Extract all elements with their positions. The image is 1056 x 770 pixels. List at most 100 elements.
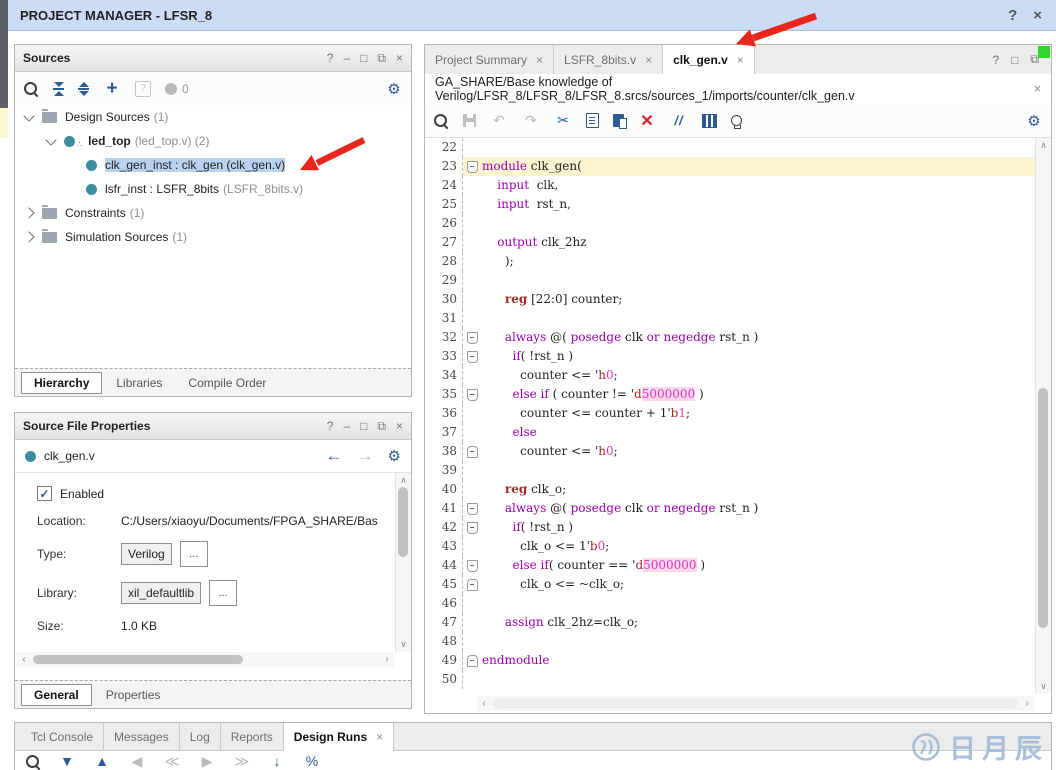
tree-item[interactable]: Design Sources (1) bbox=[15, 105, 411, 129]
tab-general[interactable]: General bbox=[21, 683, 92, 706]
fold-toggle-icon[interactable] bbox=[467, 578, 478, 591]
code-line[interactable]: 33 if( !rst_n ) bbox=[425, 347, 1036, 366]
editor-tab-project-summary[interactable]: Project Summary × bbox=[425, 45, 555, 74]
code-line[interactable]: 41 always @( posedge clk or negedge rst_… bbox=[425, 499, 1036, 518]
code-line[interactable]: 39 bbox=[425, 461, 1036, 480]
code-line[interactable]: 46 bbox=[425, 594, 1036, 613]
code-line[interactable]: 43 clk_o <= 1'b0; bbox=[425, 537, 1036, 556]
more-button[interactable]: ... bbox=[179, 541, 208, 567]
path-close-icon[interactable]: × bbox=[1034, 82, 1041, 96]
bottom-tab-reports[interactable]: Reports bbox=[221, 723, 284, 750]
fold-toggle-icon[interactable] bbox=[467, 331, 478, 344]
tab-close-icon[interactable]: × bbox=[737, 53, 744, 67]
run-icon[interactable]: ▶ bbox=[198, 753, 216, 769]
bottom-tab-design-runs[interactable]: Design Runs × bbox=[283, 723, 395, 751]
save-icon[interactable] bbox=[463, 114, 476, 127]
tab-close-icon[interactable]: × bbox=[645, 53, 652, 67]
fold-toggle-icon[interactable] bbox=[467, 445, 478, 458]
back-arrow-icon[interactable]: ← bbox=[326, 446, 343, 466]
code-line[interactable]: 25 input rst_n, bbox=[425, 195, 1036, 214]
cut-icon[interactable]: ✂ bbox=[554, 112, 572, 130]
editor-vertical-scrollbar[interactable]: ∧ ∨ bbox=[1035, 138, 1051, 694]
minimize-icon[interactable]: – bbox=[343, 419, 350, 433]
code-line[interactable]: 26 bbox=[425, 214, 1036, 233]
search-icon[interactable] bbox=[25, 754, 41, 770]
help-icon[interactable]: ? bbox=[327, 51, 334, 65]
tab-libraries[interactable]: Libraries bbox=[104, 373, 174, 393]
down-icon[interactable]: ↓ bbox=[268, 753, 286, 769]
fold-toggle-icon[interactable] bbox=[467, 388, 478, 401]
code-line[interactable]: 31 bbox=[425, 309, 1036, 328]
close-icon[interactable]: × bbox=[396, 51, 403, 65]
code-line[interactable]: 28 ); bbox=[425, 252, 1036, 271]
tab-close-icon[interactable]: × bbox=[536, 53, 543, 67]
enabled-checkbox[interactable]: ✓ bbox=[37, 486, 52, 501]
expand-all-icon[interactable] bbox=[78, 81, 89, 96]
code-area[interactable]: 22 23 module clk_gen(24 input clk, 25 input… bbox=[425, 138, 1036, 694]
tab-compile-order[interactable]: Compile Order bbox=[176, 373, 278, 393]
tree-item[interactable]: clk_gen_inst : clk_gen (clk_gen.v) bbox=[15, 153, 411, 177]
code-line[interactable]: 22 bbox=[425, 138, 1036, 157]
help-icon[interactable]: ? bbox=[1008, 7, 1017, 24]
bottom-tab-tcl-console[interactable]: Tcl Console bbox=[21, 723, 105, 750]
forward-icon[interactable]: ≫ bbox=[233, 753, 251, 769]
editor-horizontal-scrollbar[interactable]: ‹ › bbox=[477, 696, 1034, 711]
code-line[interactable]: 35 else if ( counter != 'd5000000 ) bbox=[425, 385, 1036, 404]
close-icon[interactable]: × bbox=[396, 419, 403, 433]
properties-settings-icon[interactable]: ⚙ bbox=[388, 447, 401, 465]
columns-icon[interactable] bbox=[702, 113, 717, 128]
step-back-icon[interactable]: ◀ bbox=[128, 753, 146, 769]
code-line[interactable]: 38 counter <= 'h0; bbox=[425, 442, 1036, 461]
code-line[interactable]: 45 clk_o <= ~clk_o; bbox=[425, 575, 1036, 594]
fold-toggle-icon[interactable] bbox=[467, 160, 478, 173]
code-line[interactable]: 36 counter <= counter + 1'b1; bbox=[425, 404, 1036, 423]
code-line[interactable]: 42 if( !rst_n ) bbox=[425, 518, 1036, 537]
collapse-icon[interactable]: ▲ bbox=[93, 753, 111, 769]
help-icon[interactable]: ? bbox=[992, 53, 999, 67]
tree-item[interactable]: ∴ led_top (led_top.v) (2) bbox=[15, 129, 411, 153]
close-icon[interactable]: × bbox=[1033, 7, 1042, 24]
code-line[interactable]: 34 counter <= 'h0; bbox=[425, 366, 1036, 385]
float-icon[interactable]: ⧉ bbox=[377, 51, 386, 66]
comment-icon[interactable]: // bbox=[670, 112, 688, 130]
editor-tab-clk-gen-v[interactable]: clk_gen.v × bbox=[663, 45, 755, 75]
fold-toggle-icon[interactable] bbox=[467, 521, 478, 534]
more-button[interactable]: ... bbox=[209, 580, 238, 606]
sources-panel-header[interactable]: Sources ? – □ ⧉ × bbox=[15, 45, 411, 72]
tree-expander-icon[interactable] bbox=[45, 133, 57, 146]
maximize-icon[interactable]: □ bbox=[1011, 53, 1018, 67]
minimize-icon[interactable]: – bbox=[343, 51, 350, 65]
code-line[interactable]: 30 reg [22:0] counter; bbox=[425, 290, 1036, 309]
code-line[interactable]: 27 output clk_2hz bbox=[425, 233, 1036, 252]
fold-toggle-icon[interactable] bbox=[467, 654, 478, 667]
tree-item[interactable]: lsfr_inst : LSFR_8bits (LSFR_8bits.v) bbox=[15, 177, 411, 201]
code-line[interactable]: 24 input clk, bbox=[425, 176, 1036, 195]
code-line[interactable]: 49 endmodule bbox=[425, 651, 1036, 670]
code-line[interactable]: 47 assign clk_2hz=clk_o; bbox=[425, 613, 1036, 632]
help-disabled-icon[interactable]: ? bbox=[135, 80, 151, 97]
code-line[interactable]: 48 bbox=[425, 632, 1036, 651]
code-line[interactable]: 44 else if( counter == 'd5000000 ) bbox=[425, 556, 1036, 575]
percent-icon[interactable]: % bbox=[303, 753, 321, 769]
tree-expander-icon[interactable] bbox=[23, 109, 35, 122]
status-badge[interactable]: 0 bbox=[165, 82, 189, 96]
tree-item[interactable]: Constraints (1) bbox=[15, 201, 411, 225]
rewind-icon[interactable]: ≪ bbox=[163, 753, 181, 769]
maximize-icon[interactable]: □ bbox=[360, 51, 367, 65]
filter-icon[interactable]: ▼ bbox=[58, 753, 76, 769]
help-icon[interactable]: ? bbox=[327, 419, 334, 433]
property-input[interactable]: Verilog bbox=[121, 543, 172, 565]
float-icon[interactable]: ⧉ bbox=[377, 419, 386, 434]
tab-hierarchy[interactable]: Hierarchy bbox=[21, 371, 103, 394]
tree-expander-icon[interactable] bbox=[23, 231, 35, 243]
settings-icon[interactable]: ⚙ bbox=[385, 80, 403, 98]
fold-toggle-icon[interactable] bbox=[467, 350, 478, 363]
properties-vertical-scrollbar[interactable]: ∧ ∨ bbox=[395, 473, 411, 652]
search-icon[interactable] bbox=[433, 113, 449, 129]
settings-icon[interactable]: ⚙ bbox=[1025, 112, 1043, 130]
fold-toggle-icon[interactable] bbox=[467, 559, 478, 572]
tree-item[interactable]: Simulation Sources (1) bbox=[15, 225, 411, 249]
maximize-icon[interactable]: □ bbox=[360, 419, 367, 433]
properties-panel-header[interactable]: Source File Properties ? – □ ⧉ × bbox=[15, 413, 411, 440]
fold-toggle-icon[interactable] bbox=[467, 502, 478, 515]
